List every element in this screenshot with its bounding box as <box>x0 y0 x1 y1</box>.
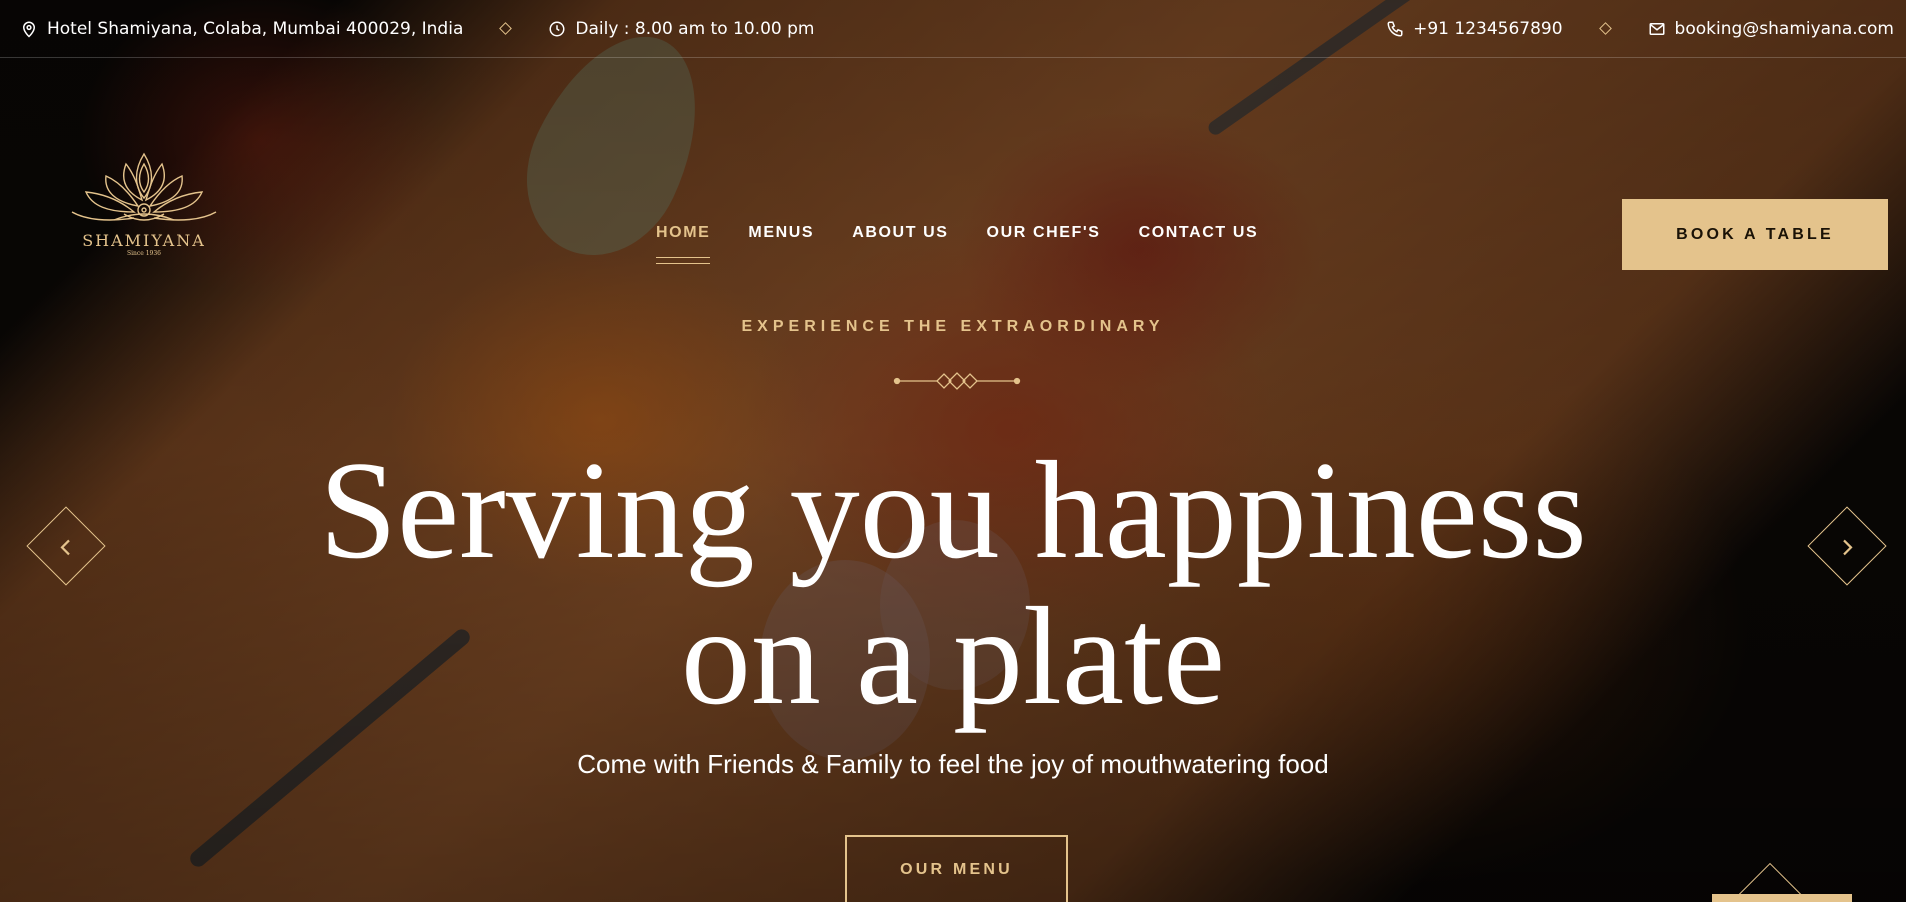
book-a-table-button[interactable]: BOOK A TABLE <box>1622 199 1888 270</box>
our-menu-button[interactable]: OUR MENU <box>845 835 1068 902</box>
main-navigation: HOME MENUS ABOUT US OUR CHEF'S CONTACT U… <box>656 224 1259 264</box>
logo-since-text: Since 1936 <box>127 250 161 257</box>
hero-headline-line1: Serving you happiness <box>319 433 1587 588</box>
chevron-left-icon <box>60 539 70 556</box>
top-info-bar: Hotel Shamiyana, Colaba, Mumbai 400029, … <box>0 0 1906 58</box>
chevron-right-icon <box>1843 539 1853 556</box>
nav-item-contact-us[interactable]: CONTACT US <box>1139 224 1259 242</box>
hero-headline: Serving you happiness on a plate <box>0 438 1906 730</box>
nav-item-about-us[interactable]: ABOUT US <box>852 224 948 242</box>
nav-item-our-chefs[interactable]: OUR CHEF'S <box>987 224 1101 242</box>
diamond-separator-icon <box>499 22 513 35</box>
address-info: Hotel Shamiyana, Colaba, Mumbai 400029, … <box>20 19 463 39</box>
hours-info: Daily : 8.00 am to 10.00 pm <box>548 19 814 39</box>
mail-icon <box>1649 22 1665 35</box>
diamond-separator-icon <box>1598 22 1612 35</box>
ornament-divider-icon <box>893 372 1021 390</box>
email-link[interactable]: booking@shamiyana.com <box>1648 19 1894 39</box>
top-info-left: Hotel Shamiyana, Colaba, Mumbai 400029, … <box>20 19 814 39</box>
address-text: Hotel Shamiyana, Colaba, Mumbai 400029, … <box>47 18 464 39</box>
phone-text: +91 1234567890 <box>1413 18 1563 39</box>
site-logo[interactable]: SHAMIYANA Since 1936 <box>64 150 224 260</box>
phone-icon <box>1387 21 1403 37</box>
clock-icon <box>549 21 565 36</box>
scroll-to-top-button[interactable] <box>1712 894 1852 902</box>
logo-wordmark: SHAMIYANA <box>82 231 206 250</box>
hero-subtitle: Come with Friends & Family to feel the j… <box>577 749 1329 779</box>
mandala-logo-icon <box>71 152 217 221</box>
hero-eyebrow: EXPERIENCE THE EXTRAORDINARY <box>741 318 1165 335</box>
phone-link[interactable]: +91 1234567890 <box>1386 18 1563 39</box>
top-info-right: +91 1234567890 booking@shamiyana.com <box>1386 19 1894 39</box>
nav-item-menus[interactable]: MENUS <box>748 224 814 242</box>
email-text: booking@shamiyana.com <box>1674 18 1894 39</box>
hours-text: Daily : 8.00 am to 10.00 pm <box>575 18 815 39</box>
hero-headline-line2: on a plate <box>680 579 1226 734</box>
nav-item-home[interactable]: HOME <box>656 224 711 264</box>
map-pin-icon <box>22 21 36 38</box>
